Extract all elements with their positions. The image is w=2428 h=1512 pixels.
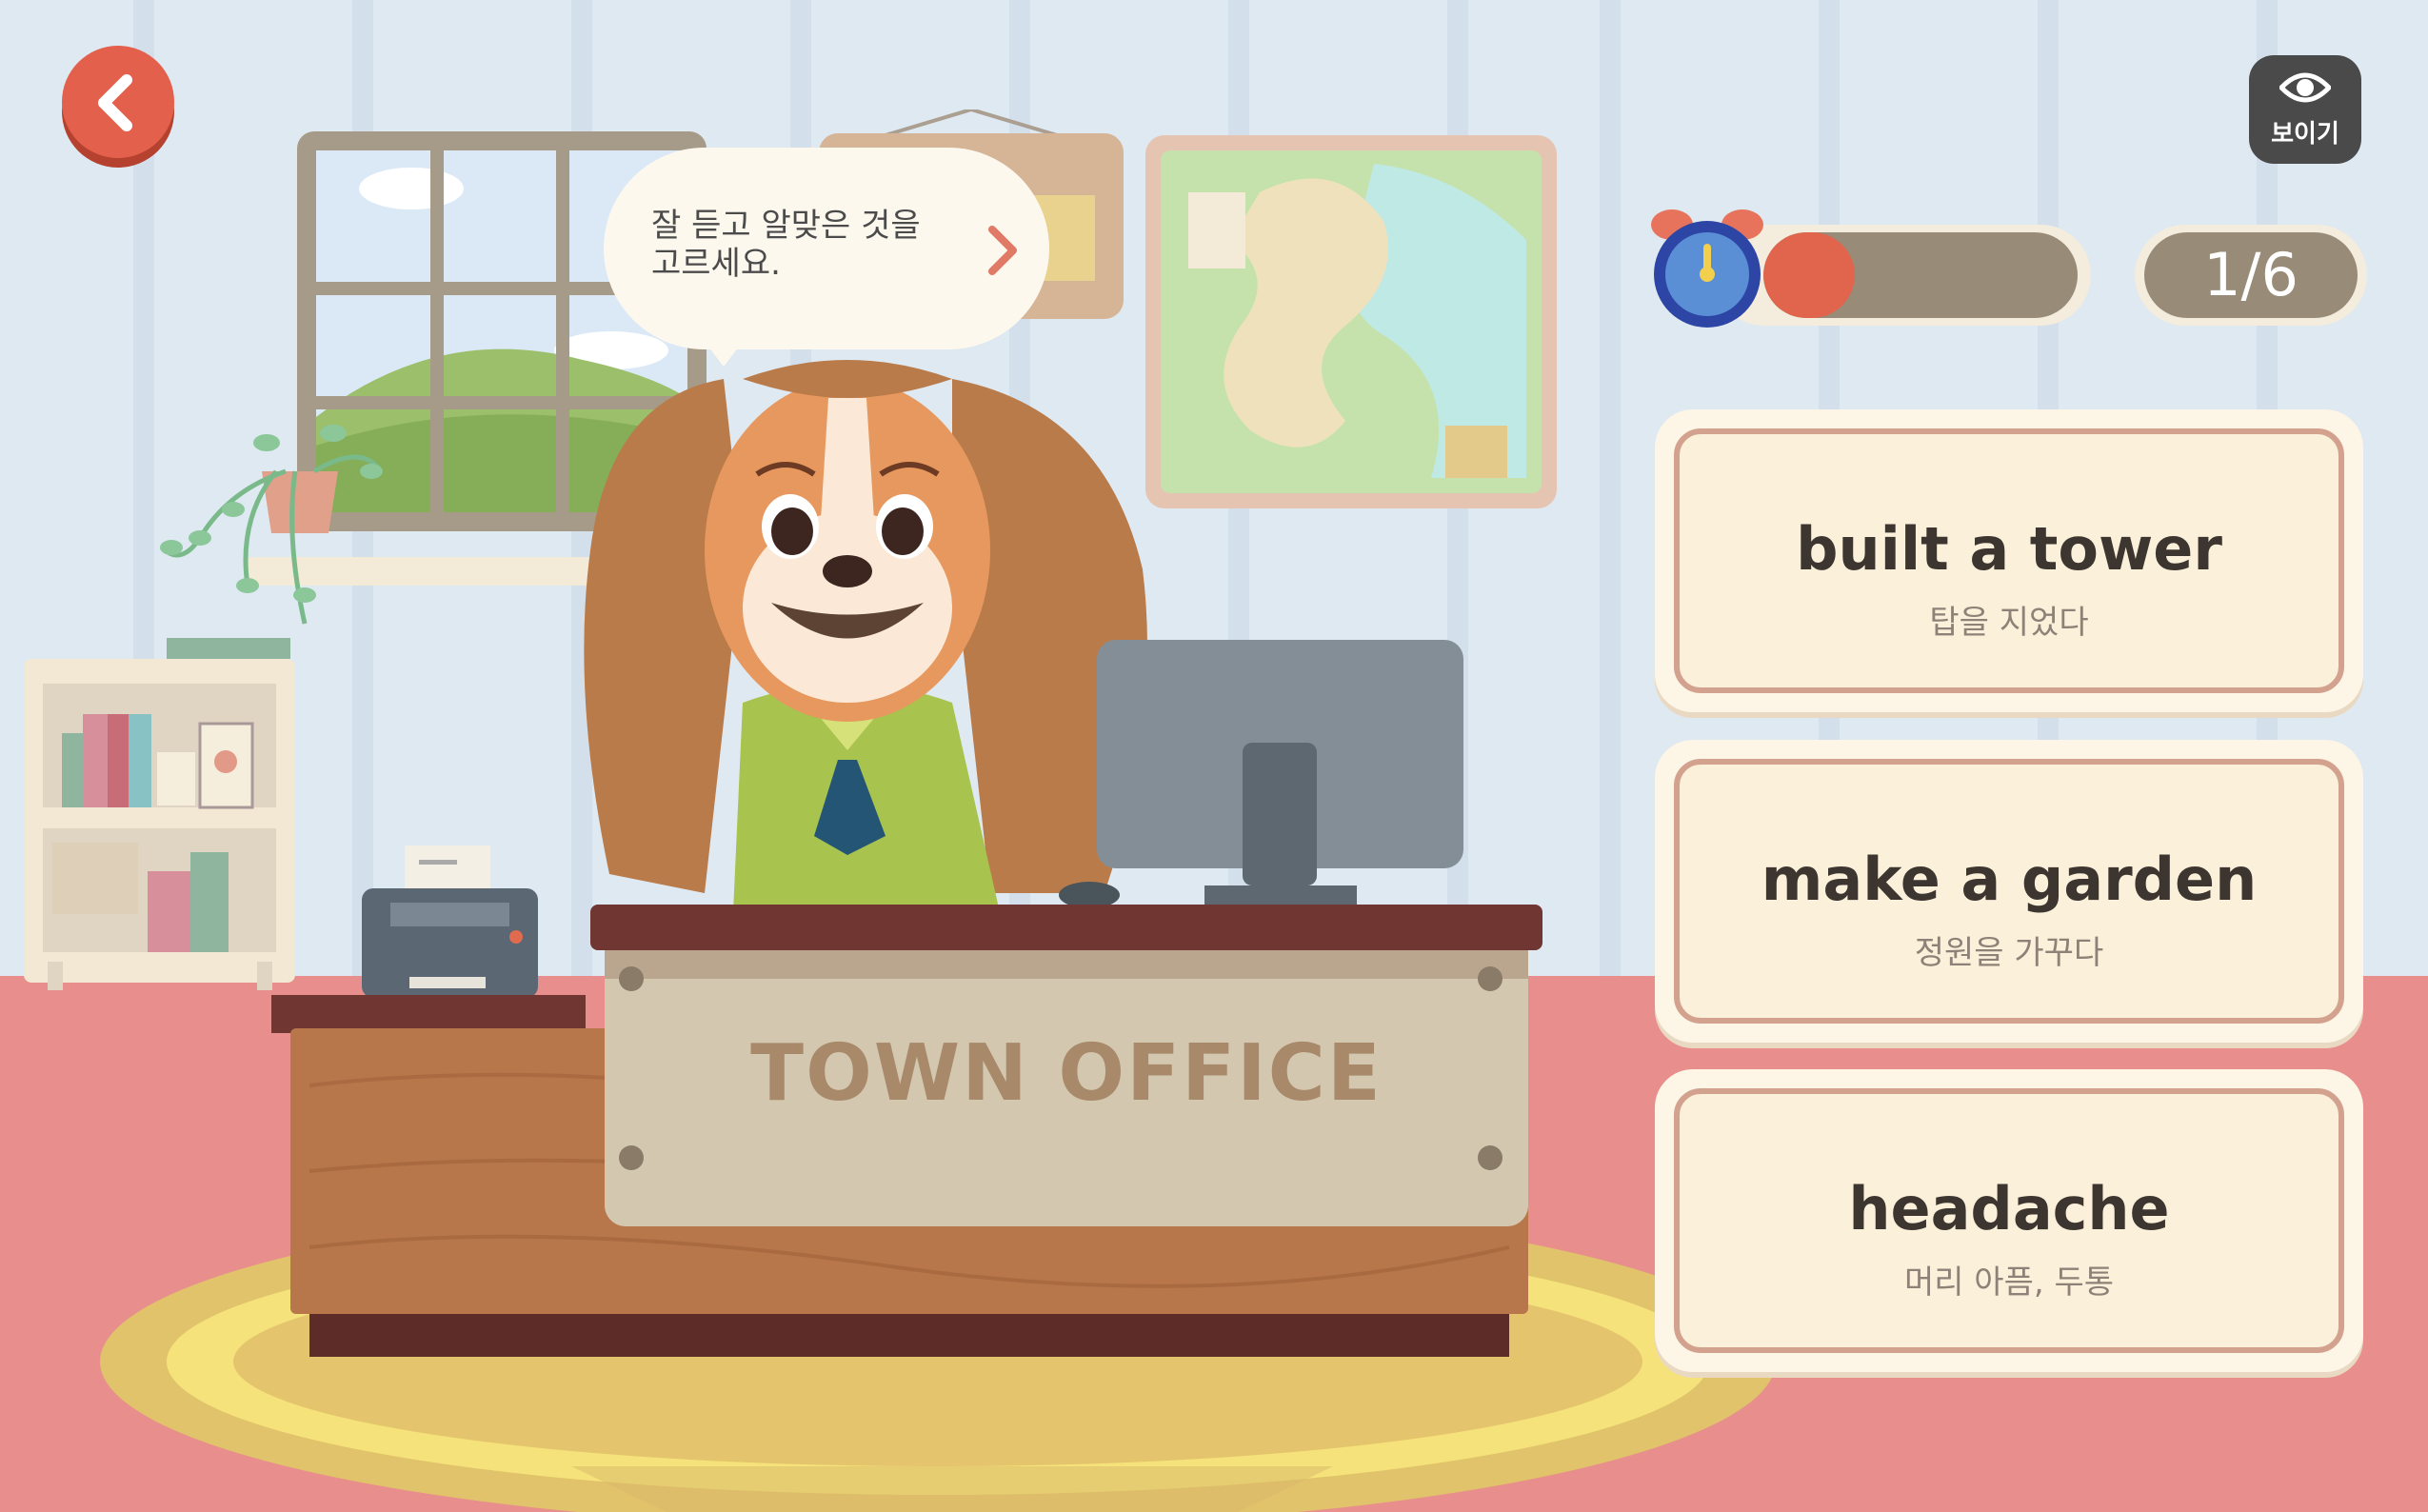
answer-korean: 탑을 지었다 <box>1929 604 2089 642</box>
chevron-left-icon <box>98 74 132 131</box>
reception-desk <box>271 905 1542 1357</box>
answer-card-frame: make a garden 정원을 가꾸다 <box>1674 759 2344 1024</box>
answer-english: headache <box>1848 1174 2170 1243</box>
show-button-label: 보이기 <box>2271 120 2339 149</box>
timer-fill <box>1763 232 1855 318</box>
instruction-bubble[interactable]: 잘 듣고 알맞은 것을 고르세요. <box>604 148 1049 367</box>
question-progress: 1/6 <box>2135 225 2367 326</box>
bookshelf <box>24 638 295 990</box>
game-scene: TOWN OFFICE 보이기 잘 듣고 알맞은 것을 고르세요. 1/6 bu… <box>0 0 2428 1512</box>
timer-track <box>1763 232 2078 318</box>
plant <box>160 425 384 625</box>
answer-korean: 머리 아픔, 두통 <box>1903 1263 2115 1302</box>
answer-english: make a garden <box>1761 845 2258 914</box>
answer-card-frame: headache 머리 아픔, 두통 <box>1674 1088 2344 1353</box>
show-button[interactable]: 보이기 <box>2249 55 2361 164</box>
computer-monitor <box>1059 640 1463 906</box>
progress-text: 1/6 <box>2144 232 2358 318</box>
answer-card-3[interactable]: headache 머리 아픔, 두통 <box>1655 1069 2363 1372</box>
answer-card-frame: built a tower 탑을 지었다 <box>1674 428 2344 693</box>
alarm-clock-icon <box>1651 209 1763 328</box>
back-button[interactable] <box>62 46 174 158</box>
eye-icon <box>2279 72 2331 103</box>
bubble-tail <box>699 334 748 367</box>
answer-card-1[interactable]: built a tower 탑을 지었다 <box>1655 409 2363 712</box>
instruction-text: 잘 듣고 알맞은 것을 고르세요. <box>651 207 921 283</box>
desk-sign-text: TOWN OFFICE <box>750 1028 1383 1119</box>
answer-card-2[interactable]: make a garden 정원을 가꾸다 <box>1655 740 2363 1043</box>
timer-bar <box>1714 225 2091 326</box>
answer-korean: 정원을 가꾸다 <box>1914 934 2104 972</box>
wall-map <box>1145 135 1557 508</box>
answer-english: built a tower <box>1796 514 2222 584</box>
chevron-right-icon <box>988 226 1017 275</box>
